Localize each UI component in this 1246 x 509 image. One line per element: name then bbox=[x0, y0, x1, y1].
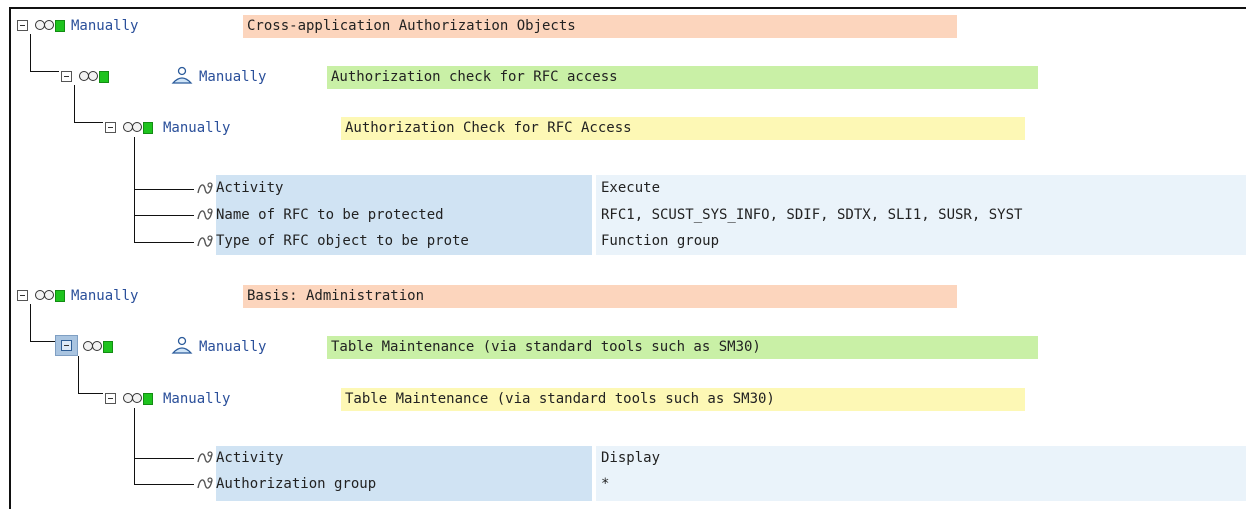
field-values-icon[interactable] bbox=[196, 207, 214, 223]
tree-connector bbox=[30, 71, 59, 72]
field-value[interactable]: Function group bbox=[601, 231, 719, 251]
field-values-icon[interactable] bbox=[196, 181, 214, 197]
field-name[interactable]: Authorization group bbox=[216, 474, 376, 494]
tree-connector bbox=[30, 304, 31, 342]
collapse-node-icon[interactable] bbox=[105, 122, 116, 133]
field-value[interactable]: Execute bbox=[601, 178, 660, 198]
tree-connector bbox=[134, 242, 194, 243]
node-title[interactable]: Authorization Check for RFC Access bbox=[345, 118, 632, 138]
field-values-band bbox=[596, 446, 1246, 501]
traffic-light-icon[interactable] bbox=[123, 393, 153, 405]
field-values-icon[interactable] bbox=[196, 476, 214, 492]
node-status[interactable]: Manually bbox=[199, 67, 266, 87]
tree-connector bbox=[134, 189, 194, 190]
node-status[interactable]: Manually bbox=[163, 389, 230, 409]
tree-connector bbox=[134, 408, 135, 485]
traffic-light-icon[interactable] bbox=[35, 20, 65, 32]
tree-connector bbox=[134, 137, 135, 243]
collapse-node-icon[interactable] bbox=[17, 20, 28, 31]
node-title[interactable]: Authorization check for RFC access bbox=[331, 67, 618, 87]
field-values-icon[interactable] bbox=[196, 234, 214, 250]
traffic-light-icon[interactable] bbox=[83, 341, 113, 353]
field-value[interactable]: RFC1, SCUST_SYS_INFO, SDIF, SDTX, SLI1, … bbox=[601, 205, 1022, 225]
traffic-light-icon[interactable] bbox=[123, 122, 153, 134]
tree-connector bbox=[30, 34, 31, 72]
collapse-node-icon[interactable] bbox=[61, 340, 72, 351]
node-title[interactable]: Basis: Administration bbox=[247, 286, 424, 306]
field-name[interactable]: Name of RFC to be protected bbox=[216, 205, 444, 225]
tree-connector bbox=[74, 85, 75, 123]
traffic-light-icon[interactable] bbox=[79, 71, 109, 83]
node-title[interactable]: Table Maintenance (via standard tools su… bbox=[345, 389, 775, 409]
collapse-node-icon[interactable] bbox=[17, 290, 28, 301]
tree-connector bbox=[134, 215, 194, 216]
field-name[interactable]: Activity bbox=[216, 178, 283, 198]
person-icon bbox=[171, 336, 193, 354]
node-status[interactable]: Manually bbox=[71, 16, 138, 36]
tree-connector bbox=[78, 393, 103, 394]
node-status[interactable]: Manually bbox=[71, 286, 138, 306]
collapse-node-icon[interactable] bbox=[61, 71, 72, 82]
tree-connector bbox=[78, 356, 79, 394]
traffic-light-icon[interactable] bbox=[35, 290, 65, 302]
field-name[interactable]: Type of RFC object to be prote bbox=[216, 231, 469, 251]
field-name[interactable]: Activity bbox=[216, 448, 283, 468]
field-value[interactable]: * bbox=[601, 474, 609, 494]
tree-connector bbox=[134, 458, 194, 459]
node-status[interactable]: Manually bbox=[163, 118, 230, 138]
tree-connector bbox=[134, 484, 194, 485]
node-title[interactable]: Table Maintenance (via standard tools su… bbox=[331, 337, 761, 357]
collapse-node-icon[interactable] bbox=[105, 393, 116, 404]
field-values-icon[interactable] bbox=[196, 450, 214, 466]
person-icon bbox=[171, 66, 193, 84]
node-title[interactable]: Cross-application Authorization Objects bbox=[247, 16, 576, 36]
authorization-tree-panel: Manually Cross-application Authorization… bbox=[9, 7, 1246, 509]
node-status[interactable]: Manually bbox=[199, 337, 266, 357]
tree-connector bbox=[74, 122, 103, 123]
field-value[interactable]: Display bbox=[601, 448, 660, 468]
